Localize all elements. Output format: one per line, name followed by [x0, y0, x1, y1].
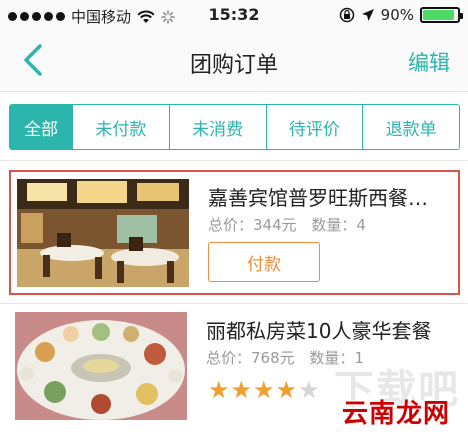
star-filled-icon: ★	[253, 376, 275, 404]
order-title[interactable]: 嘉善宾馆普罗旺斯西餐…	[208, 182, 456, 211]
tab-refunds[interactable]: 退款单	[362, 105, 459, 149]
divider	[0, 160, 468, 161]
tab-to-review[interactable]: 待评价	[265, 105, 363, 149]
battery-icon	[420, 7, 463, 23]
star-empty-icon: ★	[298, 376, 320, 404]
edit-button[interactable]: 编辑	[408, 47, 450, 77]
star-filled-icon: ★	[230, 376, 253, 404]
order-title[interactable]: 丽都私房菜10人豪华套餐	[206, 315, 454, 344]
battery-level-fill	[423, 10, 454, 20]
order-meta: 总价：344元 数量：4	[208, 214, 376, 235]
order-card-1[interactable]: 嘉善宾馆普罗旺斯西餐… 总价：344元 数量：4 付款	[9, 170, 460, 295]
order-total: 总价：344元	[208, 216, 297, 234]
rotation-lock-icon	[339, 7, 354, 23]
order-quantity: 数量：4	[311, 216, 366, 234]
banquet-table-dishes-photo[interactable]	[15, 312, 187, 420]
rating-stars: ★ ★ ★ ★ ★	[208, 378, 320, 402]
navigation-bar: 团购订单 编辑	[0, 30, 468, 92]
order-filter-tabs: 全部 未付款 未消费 待评价 退款单	[9, 104, 460, 150]
page-title: 团购订单	[189, 53, 278, 78]
tab-unpaid[interactable]: 未付款	[72, 105, 169, 149]
restaurant-dining-room-photo[interactable]	[17, 179, 189, 287]
pay-button[interactable]: 付款	[208, 242, 320, 282]
star-filled-icon: ★	[275, 376, 298, 404]
star-filled-icon: ★	[208, 376, 230, 404]
battery-percent: 90%	[380, 6, 414, 24]
location-arrow-icon	[361, 9, 374, 21]
order-total: 总价：768元	[206, 349, 295, 367]
status-right: 90%	[339, 6, 463, 24]
tab-all[interactable]: 全部	[10, 105, 72, 149]
divider	[0, 303, 468, 304]
status-bar: 中国移动 15:32 90%	[0, 0, 468, 30]
watermark-text: 云南龙网	[341, 399, 450, 429]
tab-unconsumed[interactable]: 未消费	[168, 105, 266, 149]
